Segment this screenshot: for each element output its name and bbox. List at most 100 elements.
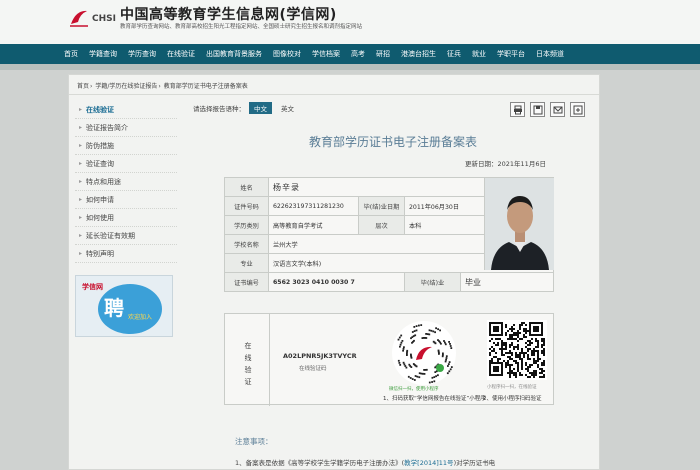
mini-program-code-icon[interactable] bbox=[391, 320, 457, 386]
sidebar-item-label: 验证查询 bbox=[86, 159, 115, 168]
nav-item-2[interactable]: 学历查询 bbox=[128, 49, 156, 59]
banner-logo: 学信网 bbox=[82, 283, 103, 291]
chevron-right-icon: ▸ bbox=[79, 250, 83, 257]
notes-line-1: 1、备案表是依据《高等学校学生学籍学历电子注册办法》(教学[2014]11号)对… bbox=[235, 457, 495, 467]
site-title: 中国高等教育学生信息网(学信网) bbox=[120, 7, 337, 23]
chevron-right-icon: ▸ bbox=[79, 124, 83, 131]
grad-value: 毕业 bbox=[460, 272, 554, 292]
type-value: 高等教育自学考试 bbox=[268, 215, 359, 235]
notes-title: 注意事项： bbox=[235, 437, 273, 446]
notes-line-1-prefix: 1、备案表是依据《高等学校学生学籍学历电子注册办法》( bbox=[235, 459, 405, 467]
recruit-banner[interactable]: 学信网 聘 欢迎加入 bbox=[75, 275, 173, 337]
level-label: 层次 bbox=[358, 215, 405, 235]
language-selector: 请选择报告语种： 中文 英文 bbox=[193, 102, 299, 114]
chevron-right-icon: ▸ bbox=[79, 160, 83, 167]
certno-value: 6562 3023 0410 0030 7 bbox=[268, 272, 405, 292]
verify-code[interactable]: A02LPNR5JK3TVYCR bbox=[283, 352, 357, 360]
nav-item-10[interactable]: 征兵 bbox=[447, 49, 461, 59]
sidebar-item-label: 防伪措施 bbox=[86, 141, 115, 150]
nav-item-1[interactable]: 学籍查询 bbox=[89, 49, 117, 59]
qr-caption: 小程序扫一扫，在线验证 bbox=[487, 385, 537, 390]
banner-headline: 聘 bbox=[104, 296, 124, 320]
chevron-right-icon: ▸ bbox=[79, 214, 83, 221]
chevron-right-icon: ▸ bbox=[79, 196, 83, 203]
major-label: 专业 bbox=[224, 253, 269, 273]
logo-text: CHSI bbox=[92, 14, 116, 24]
nav-item-8[interactable]: 研招 bbox=[376, 49, 390, 59]
sidebar-item-4[interactable]: ▸ 特点和用途 bbox=[75, 173, 177, 191]
breadcrumb-current: 教育部学历证书电子注册备案表 bbox=[163, 83, 248, 90]
mini-program-caption: 微信扫一扫，使用小程序 bbox=[389, 387, 439, 392]
verify-divider bbox=[269, 314, 270, 406]
chevron-right-icon: ▸ bbox=[79, 106, 83, 113]
nav-item-9[interactable]: 港澳台招生 bbox=[401, 49, 436, 59]
page-card: 首页› 学籍/学历在线验证报告› 教育部学历证书电子注册备案表 ▸ 在线验证 ▸ 验证… bbox=[68, 74, 600, 470]
banner-tagline: 欢迎加入 bbox=[128, 314, 153, 321]
nav-item-11[interactable]: 就业 bbox=[472, 49, 486, 59]
qr-step: 2、使用小程序扫码验证 bbox=[483, 396, 542, 402]
sidebar-item-8[interactable]: ▸ 特别声明 bbox=[75, 245, 177, 263]
nav-item-0[interactable]: 首页 bbox=[64, 49, 78, 59]
nav-item-3[interactable]: 在线验证 bbox=[167, 49, 195, 59]
qr-code-icon[interactable] bbox=[487, 320, 547, 380]
sidebar-item-0[interactable]: ▸ 在线验证 bbox=[75, 101, 177, 119]
sidebar-item-label: 特别声明 bbox=[86, 249, 115, 258]
chevron-right-icon: ▸ bbox=[79, 142, 83, 149]
sidebar-item-label: 特点和用途 bbox=[86, 177, 122, 186]
sidebar-item-7[interactable]: ▸ 延长验证有效期 bbox=[75, 227, 177, 245]
chevron-right-icon: ▸ bbox=[79, 232, 83, 239]
sidebar-item-6[interactable]: ▸ 如何使用 bbox=[75, 209, 177, 227]
sidebar-item-label: 延长验证有效期 bbox=[86, 231, 136, 240]
breadcrumb-divider bbox=[69, 94, 599, 95]
notes-line-1-suffix: )对学历证书电 bbox=[453, 459, 496, 467]
chevron-right-icon: ▸ bbox=[79, 178, 83, 185]
cert-label: 证件号码 bbox=[224, 196, 269, 216]
toolbar bbox=[505, 102, 585, 117]
sidebar-item-label: 验证报告简介 bbox=[86, 123, 129, 132]
chsi-logo-icon[interactable] bbox=[68, 6, 90, 28]
nav-item-7[interactable]: 高考 bbox=[351, 49, 365, 59]
grad-date-label: 毕(结)业日期 bbox=[358, 196, 405, 216]
share-icon[interactable] bbox=[570, 102, 585, 117]
breadcrumb: 首页› 学籍/学历在线验证报告› 教育部学历证书电子注册备案表 bbox=[77, 83, 248, 90]
nav-item-12[interactable]: 学职平台 bbox=[497, 49, 525, 59]
breadcrumb-report[interactable]: 学籍/学历在线验证报告 bbox=[95, 83, 157, 90]
update-date: 更新日期：2021年11月6日 bbox=[465, 160, 546, 168]
site-subtitle: 教育部学历查询网站、教育部高校招生阳光工程指定网站、全国硕士研究生招生报名和调剂… bbox=[120, 24, 363, 30]
verify-code-caption: 在线验证码 bbox=[299, 366, 327, 372]
verify-label: 在线验证 bbox=[244, 342, 252, 386]
language-option-en[interactable]: 英文 bbox=[276, 102, 299, 114]
nav-item-13[interactable]: 日本频道 bbox=[536, 49, 564, 59]
document-title: 教育部学历证书电子注册备案表 bbox=[308, 135, 477, 149]
language-prompt: 请选择报告语种： bbox=[193, 105, 245, 113]
type-label: 学历类别 bbox=[224, 215, 269, 235]
online-verify-block: 在线验证 A02LPNR5JK3TVYCR 在线验证码 微信扫一扫，使用小程序 … bbox=[224, 313, 554, 406]
sidebar-item-label: 如何使用 bbox=[86, 213, 115, 222]
main-nav: 首页 学籍查询 学历查询 在线验证 出国教育背景服务 图像校对 学信档案 高考 研招 港澳台招生 征… bbox=[0, 44, 700, 64]
sidebar-item-2[interactable]: ▸ 防伪措施 bbox=[75, 137, 177, 155]
name-label: 姓名 bbox=[224, 177, 269, 197]
sidebar-item-label: 如何申请 bbox=[86, 195, 115, 204]
site-header: CHSI 中国高等教育学生信息网(学信网) 教育部学历查询网站、教育部高校招生阳… bbox=[0, 0, 700, 44]
cert-value: 622623197311281230 bbox=[268, 196, 359, 216]
certno-label: 证书编号 bbox=[224, 272, 269, 292]
save-icon[interactable] bbox=[530, 102, 545, 117]
print-icon[interactable] bbox=[510, 102, 525, 117]
mail-icon[interactable] bbox=[550, 102, 565, 117]
sidebar: ▸ 在线验证 ▸ 验证报告简介 ▸ 防伪措施 ▸ 验证查询 ▸ 特点和用途 ▸ 如何申请 ▸ 如何使用 ▸ 延… bbox=[75, 101, 177, 263]
mini-program-step: 1、扫码获取“学信网报告在线验证”小程序 bbox=[383, 396, 486, 402]
sidebar-item-3[interactable]: ▸ 验证查询 bbox=[75, 155, 177, 173]
notes-regulation-link[interactable]: 教学[2014]11号 bbox=[404, 459, 453, 467]
student-photo bbox=[484, 178, 554, 270]
breadcrumb-home[interactable]: 首页 bbox=[77, 83, 89, 90]
sidebar-item-5[interactable]: ▸ 如何申请 bbox=[75, 191, 177, 209]
nav-item-4[interactable]: 出国教育背景服务 bbox=[206, 49, 262, 59]
school-label: 学校名称 bbox=[224, 234, 269, 254]
nav-item-5[interactable]: 图像校对 bbox=[273, 49, 301, 59]
language-option-zh[interactable]: 中文 bbox=[249, 102, 272, 114]
nav-item-6[interactable]: 学信档案 bbox=[312, 49, 340, 59]
grad-label: 毕(结)业 bbox=[404, 272, 461, 292]
nav-divider bbox=[0, 64, 700, 70]
sidebar-item-1[interactable]: ▸ 验证报告简介 bbox=[75, 119, 177, 137]
sidebar-item-label: 在线验证 bbox=[86, 105, 115, 114]
